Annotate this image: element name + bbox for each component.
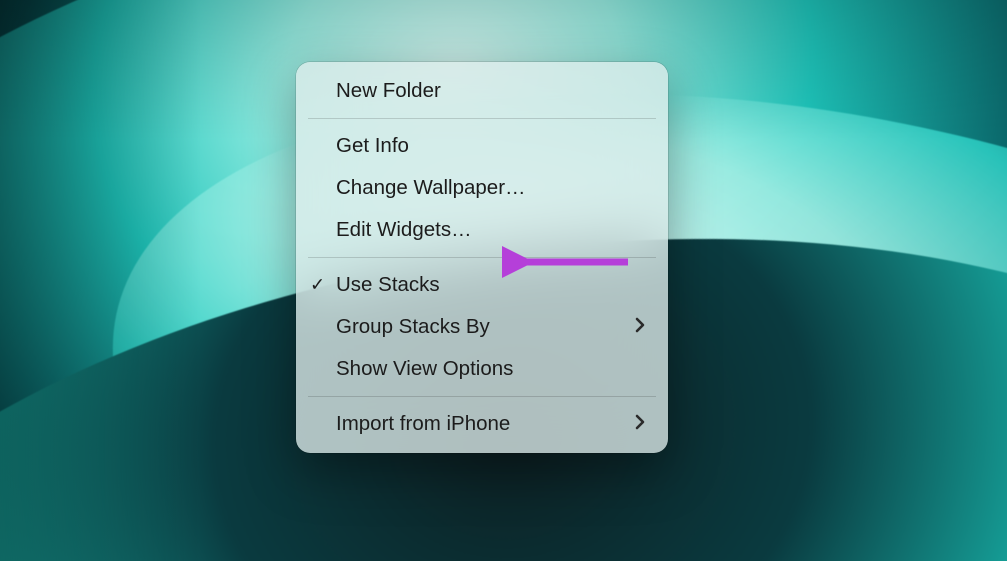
menu-item-show-view-options[interactable]: Show View Options: [296, 348, 668, 390]
menu-item-get-info[interactable]: Get Info: [296, 125, 668, 167]
menu-item-import-from-iphone[interactable]: Import from iPhone: [296, 403, 668, 445]
menu-item-label: Group Stacks By: [336, 315, 635, 339]
menu-item-label: Get Info: [336, 134, 648, 158]
desktop-context-menu: New Folder Get Info Change Wallpaper… Ed…: [296, 62, 668, 453]
menu-item-label: New Folder: [336, 79, 648, 103]
menu-item-new-folder[interactable]: New Folder: [296, 70, 668, 112]
chevron-right-icon: [635, 316, 648, 339]
menu-separator: [308, 257, 656, 258]
menu-separator: [308, 118, 656, 119]
menu-separator: [308, 396, 656, 397]
menu-item-label: Show View Options: [336, 357, 648, 381]
menu-item-label: Import from iPhone: [336, 412, 635, 436]
menu-item-change-wallpaper[interactable]: Change Wallpaper…: [296, 167, 668, 209]
menu-item-use-stacks[interactable]: ✓ Use Stacks: [296, 264, 668, 306]
menu-item-label: Edit Widgets…: [336, 218, 648, 242]
menu-item-group-stacks-by[interactable]: Group Stacks By: [296, 306, 668, 348]
checkmark-icon: ✓: [310, 275, 325, 296]
chevron-right-icon: [635, 413, 648, 436]
menu-item-label: Use Stacks: [336, 273, 648, 297]
menu-item-label: Change Wallpaper…: [336, 176, 648, 200]
menu-item-edit-widgets[interactable]: Edit Widgets…: [296, 209, 668, 251]
